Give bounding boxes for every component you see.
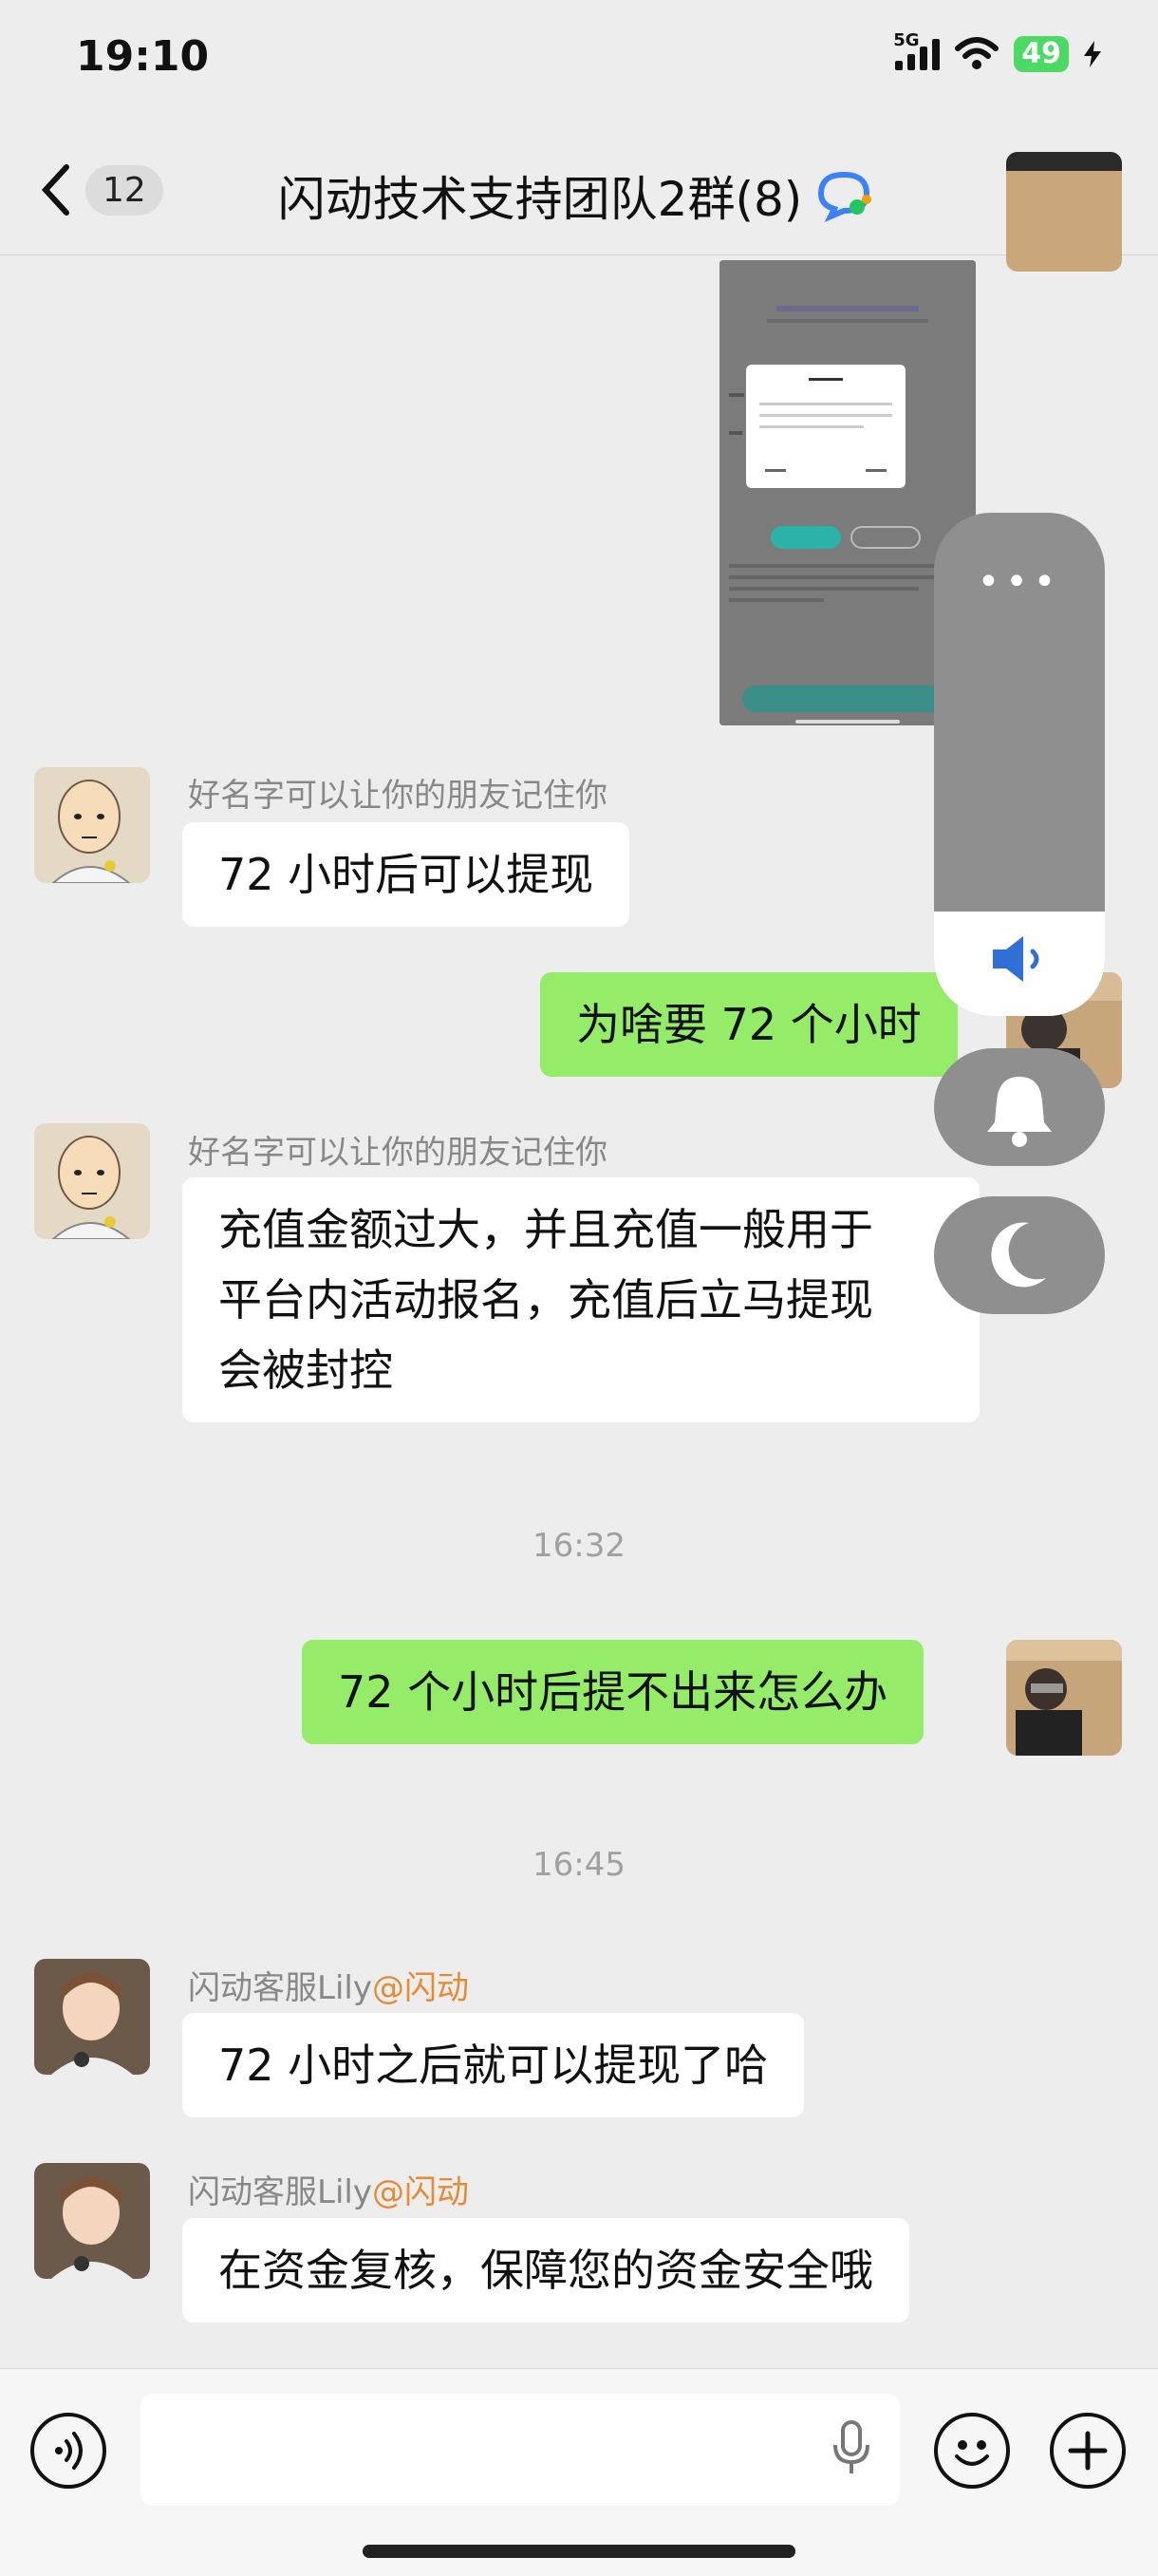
screenshot-button-outline <box>850 526 921 549</box>
sender-name: 好名字可以让你的朋友记住你 <box>188 777 607 815</box>
header-divider <box>0 254 1158 255</box>
floating-volume-panel[interactable]: ••• <box>934 513 1105 1016</box>
voice-icon <box>55 2432 83 2470</box>
avatar[interactable] <box>34 767 150 883</box>
ai-assistant-icon[interactable] <box>813 167 880 224</box>
chat-title-area: 闪动技术支持团队2群(8) <box>0 161 1158 230</box>
unread-count-badge: 12 <box>85 164 163 216</box>
message-bubble[interactable]: 72 小时后可以提现 <box>182 822 630 927</box>
message-input[interactable] <box>140 2394 900 2506</box>
sender-name: 闪动客服Lily@闪动 <box>188 1962 469 2008</box>
sender-name: 闪动客服Lily@闪动 <box>188 2166 469 2212</box>
avatar[interactable] <box>34 2163 150 2279</box>
chat-title[interactable]: 闪动技术支持团队2群(8) <box>278 161 803 230</box>
cellular-signal-icon: 5G <box>893 30 941 70</box>
screenshot-button <box>771 526 841 549</box>
emoji-icon <box>955 2440 989 2466</box>
plus-icon <box>1068 2431 1108 2471</box>
avatar[interactable] <box>34 1959 150 2075</box>
mic-icon[interactable] <box>828 2418 875 2479</box>
message-bubble[interactable]: 在资金复核，保障您的资金安全哦 <box>182 2218 909 2322</box>
wifi-icon <box>955 37 999 69</box>
back-button[interactable]: 12 <box>38 161 163 218</box>
bell-icon <box>987 1077 1052 1147</box>
message-bubble[interactable]: 充值金额过大，并且充值一般用于 平台内活动报名，充值后立马提现 会被封控 <box>182 1177 980 1422</box>
screenshot-dialog <box>746 365 906 488</box>
network-label: 5G <box>893 30 920 50</box>
message-bubble[interactable]: 为啥要 72 个小时 <box>540 972 958 1077</box>
avatar[interactable] <box>1006 1640 1122 1756</box>
focus-mode-button[interactable] <box>934 1196 1105 1314</box>
emoji-button[interactable] <box>934 2413 1010 2489</box>
panel-more-icon[interactable]: ••• <box>934 560 1105 604</box>
home-indicator[interactable] <box>363 2545 795 2558</box>
sender-mention: @闪动 <box>371 1969 469 2007</box>
add-button[interactable] <box>1050 2413 1126 2489</box>
message-line: 平台内活动报名，充值后立马提现 <box>218 1274 873 1326</box>
chat-header: 闪动技术支持团队2群(8) 12 ••• <box>0 142 1158 247</box>
avatar[interactable] <box>34 1123 150 1239</box>
speaker-icon <box>993 936 1039 982</box>
status-icons: 5G 49 <box>893 30 1101 72</box>
sender-name-text: 闪动客服Lily <box>188 1969 372 2007</box>
status-time: 19:10 <box>76 32 210 81</box>
sender-mention: @闪动 <box>371 2173 469 2211</box>
voice-button[interactable] <box>30 2413 106 2489</box>
message-line: 会被封控 <box>218 1344 393 1396</box>
avatar[interactable] <box>1006 152 1122 272</box>
mute-toggle-button[interactable] <box>934 1048 1105 1166</box>
message-bubble[interactable]: 72 小时之后就可以提现了哈 <box>182 2013 805 2117</box>
sender-name: 好名字可以让你的朋友记住你 <box>188 1134 607 1172</box>
sender-name-text: 闪动客服Lily <box>188 2173 372 2211</box>
message-bubble[interactable]: 72 个小时后提不出来怎么办 <box>302 1640 925 1744</box>
message-line: 充值金额过大，并且充值一般用于 <box>218 1204 873 1255</box>
timestamp: 16:32 <box>532 1527 626 1565</box>
back-icon <box>41 164 69 216</box>
moon-icon <box>991 1222 1046 1288</box>
battery-indicator: 49 <box>1014 36 1069 72</box>
timestamp: 16:45 <box>532 1846 626 1884</box>
charging-icon <box>1084 41 1101 67</box>
